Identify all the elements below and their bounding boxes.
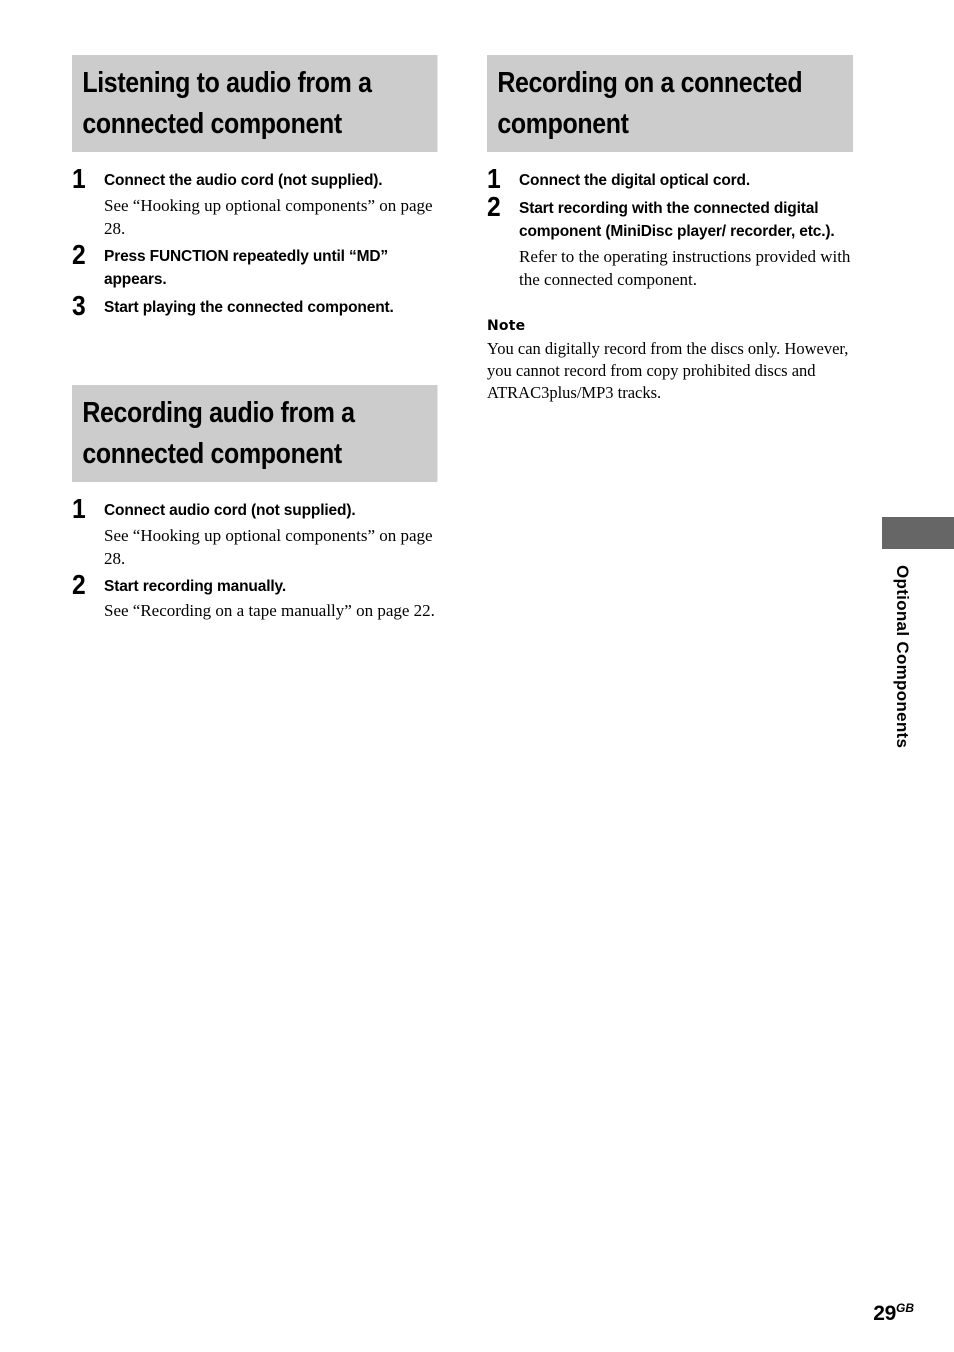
step-number: 1 [72, 493, 86, 524]
step-item: 1 Connect the digital optical cord. [487, 165, 853, 193]
step-item: 2 Press FUNCTION repeatedly until “MD” a… [72, 240, 438, 292]
step-title: Connect the digital optical cord. [519, 172, 751, 189]
step-item: 2 Start recording manually. See “Recordi… [72, 570, 438, 623]
right-column: Recording on a connected component 1 Con… [487, 55, 853, 404]
step-title: Start recording with the connected digit… [519, 199, 835, 241]
step-number: 1 [487, 163, 501, 194]
step-body: See “Hooking up optional components” on … [104, 525, 433, 569]
page-folio: 29GB [873, 1298, 914, 1324]
note-block: Note You can digitally record from the d… [487, 316, 853, 404]
step-number: 2 [72, 568, 86, 600]
step-title: Start recording manually. [104, 577, 287, 595]
step-title: Connect the audio cord (not supplied). [104, 172, 383, 189]
step-item: 1 Connect the audio cord (not supplied).… [72, 165, 438, 241]
left-column: Listening to audio from a connected comp… [72, 55, 438, 627]
step-item: 3 Start playing the connected component. [72, 291, 438, 319]
step-body: See “Recording on a tape manually” on pa… [104, 601, 435, 620]
step-item: 2 Start recording with the connected dig… [487, 192, 853, 292]
step-number: 2 [72, 238, 86, 270]
step-number: 3 [72, 289, 86, 321]
section-heading-bar: Recording on a connected component [487, 55, 853, 152]
section-listening-to-audio: Listening to audio from a connected comp… [72, 55, 438, 319]
step-number: 2 [487, 190, 501, 222]
section-heading-bar: Listening to audio from a connected comp… [72, 55, 438, 152]
note-body: You can digitally record from the discs … [487, 338, 849, 402]
section-heading-text: Recording on a connected component [487, 55, 853, 152]
step-title: Press FUNCTION repeatedly until “MD” app… [104, 247, 388, 289]
section-recording-audio: Recording audio from a connected compone… [72, 385, 438, 623]
region-code: GB [896, 1301, 914, 1315]
section-heading-text: Recording audio from a connected compone… [72, 385, 438, 482]
step-body: Refer to the operating instructions prov… [519, 246, 851, 290]
note-heading: Note [487, 317, 526, 334]
section-heading-bar: Recording audio from a connected compone… [72, 385, 438, 482]
step-title: Connect audio cord (not supplied). [104, 502, 356, 519]
manual-page: Listening to audio from a connected comp… [0, 0, 954, 1352]
side-tab-label: Optional Components [893, 565, 912, 749]
section-recording-on-connected: Recording on a connected component 1 Con… [487, 55, 853, 292]
side-tab-marker [882, 517, 954, 549]
step-body: See “Hooking up optional components” on … [104, 195, 433, 239]
page-number: 29 [873, 1302, 896, 1325]
step-item: 1 Connect audio cord (not supplied). See… [72, 495, 438, 571]
step-number: 1 [72, 163, 86, 194]
step-title: Start playing the connected component. [104, 298, 394, 316]
section-heading-text: Listening to audio from a connected comp… [72, 55, 438, 152]
